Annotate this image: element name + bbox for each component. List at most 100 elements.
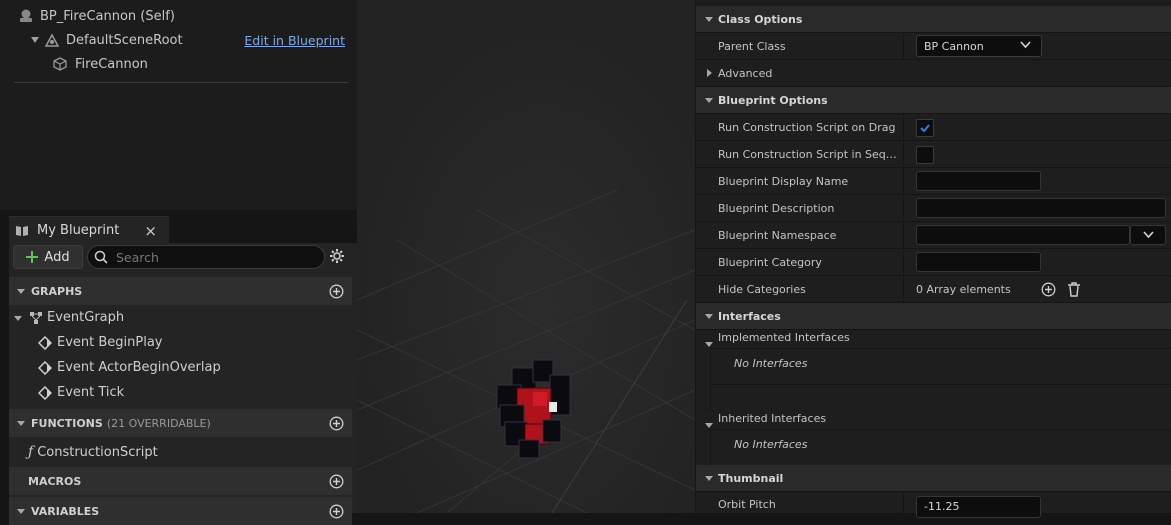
graph-item-eventgraph[interactable]: EventGraph — [13, 310, 124, 325]
column-separator — [903, 33, 904, 59]
run-cs-seq-checkbox[interactable] — [916, 146, 934, 164]
event-item[interactable]: Event Tick — [38, 385, 124, 400]
orbit-pitch-label: Orbit Pitch — [718, 498, 776, 511]
variables-header-label: VARIABLES — [31, 504, 100, 518]
parent-class-dropdown[interactable]: BP Cannon — [916, 35, 1042, 57]
parent-class-row: Parent Class BP Cannon — [696, 33, 1171, 60]
trash-icon[interactable] — [1067, 282, 1081, 297]
component-child-row[interactable]: FireCannon — [52, 56, 148, 72]
inherited-interfaces-group: Inherited Interfaces No Interfaces — [696, 411, 1171, 465]
component-root-label: BP_FireCannon (Self) — [40, 8, 175, 24]
functions-overridable-count: (21 OVERRIDABLE) — [106, 416, 211, 430]
components-panel: BP_FireCannon (Self) DefaultSceneRoot Ed… — [0, 0, 357, 210]
expand-arrow-icon[interactable] — [30, 35, 40, 45]
parent-class-label: Parent Class — [718, 39, 786, 53]
functions-section-header[interactable]: FUNCTIONS (21 OVERRIDABLE) — [9, 409, 352, 437]
event-graph-icon — [29, 311, 43, 325]
hide-categories-label: Hide Categories — [718, 282, 806, 296]
row-divider — [710, 429, 711, 465]
scene-root-icon — [44, 32, 60, 48]
event-label: Event BeginPlay — [57, 335, 163, 350]
add-variable-icon[interactable] — [329, 504, 344, 519]
search-box[interactable] — [87, 245, 325, 269]
display-name-label: Blueprint Display Name — [718, 174, 849, 188]
display-name-input[interactable] — [916, 171, 1041, 191]
column-separator — [903, 114, 904, 140]
event-diamond-icon — [38, 385, 52, 400]
blueprint-toolbar: Add — [9, 243, 357, 271]
hide-categories-row: Hide Categories 0 Array elements — [696, 276, 1171, 303]
orbit-pitch-input[interactable]: -11.25 — [916, 496, 1041, 518]
event-item[interactable]: Event BeginPlay — [38, 335, 163, 350]
event-diamond-icon — [38, 360, 52, 375]
macros-header-label: MACROS — [28, 474, 82, 488]
search-icon — [94, 250, 108, 264]
run-cs-seq-row: Run Construction Script in Sequencer — [696, 141, 1171, 168]
macros-section-header[interactable]: MACROS — [9, 467, 352, 495]
parent-class-value: BP Cannon — [924, 39, 984, 53]
hide-categories-value: 0 Array elements — [916, 282, 1011, 296]
interfaces-header[interactable]: Interfaces — [696, 303, 1171, 330]
run-cs-drag-checkbox[interactable] — [916, 119, 934, 137]
chevron-down-icon — [1142, 231, 1154, 239]
implemented-interfaces-group: Implemented Interfaces No Interfaces — [696, 330, 1171, 410]
expand-arrow-icon[interactable] — [704, 68, 714, 78]
column-separator — [903, 141, 904, 167]
edit-in-blueprint-link[interactable]: Edit in Blueprint — [244, 33, 345, 48]
advanced-row[interactable]: Advanced — [696, 60, 1171, 87]
component-scene-root-row[interactable]: DefaultSceneRoot — [30, 32, 183, 48]
collapse-arrow-icon — [704, 311, 714, 321]
namespace-input[interactable] — [916, 225, 1130, 245]
graphs-section-header[interactable]: GRAPHS — [9, 277, 352, 305]
inherited-interfaces-label: Inherited Interfaces — [718, 412, 827, 425]
blueprint-options-header[interactable]: Blueprint Options — [696, 87, 1171, 114]
close-icon[interactable]: × — [144, 222, 157, 240]
description-input[interactable] — [916, 198, 1166, 218]
column-separator — [903, 222, 904, 248]
collapse-arrow-icon — [16, 506, 26, 516]
implemented-interfaces-label: Implemented Interfaces — [718, 331, 850, 344]
scene-root-label: DefaultSceneRoot — [66, 32, 183, 48]
category-row: Blueprint Category — [696, 249, 1171, 276]
graph-name: EventGraph — [47, 310, 125, 325]
column-separator — [903, 249, 904, 275]
column-separator — [903, 168, 904, 194]
variables-section-header[interactable]: VARIABLES — [9, 497, 352, 525]
add-function-icon[interactable] — [329, 416, 344, 431]
add-label: Add — [44, 249, 70, 265]
collapse-arrow-icon[interactable] — [13, 313, 23, 323]
event-item[interactable]: Event ActorBeginOverlap — [38, 360, 221, 375]
column-separator — [903, 195, 904, 221]
collapse-arrow-icon — [704, 14, 714, 24]
collapse-arrow-icon — [16, 418, 26, 428]
settings-gear-icon[interactable] — [329, 248, 345, 264]
row-divider — [710, 384, 1171, 385]
child-component-label: FireCannon — [75, 56, 148, 72]
add-element-icon[interactable] — [1041, 282, 1056, 297]
description-label: Blueprint Description — [718, 201, 835, 215]
column-separator — [903, 276, 904, 302]
actor-icon — [18, 8, 34, 24]
tab-my-blueprint[interactable]: My Blueprint × — [9, 216, 169, 244]
thumbnail-header[interactable]: Thumbnail — [696, 465, 1171, 492]
section-label: Class Options — [718, 12, 803, 26]
my-blueprint-panel: My Blueprint × Add GRAPHS — [9, 213, 357, 525]
category-input[interactable] — [916, 252, 1041, 272]
class-options-header[interactable]: Class Options — [696, 6, 1171, 33]
collapse-arrow-icon — [16, 286, 26, 296]
component-root-row[interactable]: BP_FireCannon (Self) — [18, 8, 175, 24]
section-label: Interfaces — [718, 309, 781, 323]
viewport-scene — [357, 0, 695, 513]
add-graph-icon[interactable] — [329, 284, 344, 299]
search-input[interactable] — [114, 248, 308, 266]
namespace-row: Blueprint Namespace — [696, 222, 1171, 249]
run-cs-seq-label: Run Construction Script in Sequencer — [718, 147, 902, 161]
viewport[interactable] — [357, 0, 695, 513]
function-item-constructionscript[interactable]: ƒ ConstructionScript — [28, 444, 158, 460]
add-button[interactable]: Add — [13, 245, 83, 269]
add-macro-icon[interactable] — [329, 474, 344, 489]
namespace-dropdown-button[interactable] — [1130, 225, 1166, 245]
description-row: Blueprint Description — [696, 195, 1171, 222]
orbit-pitch-row: Orbit Pitch -11.25 — [696, 492, 1171, 518]
function-icon: ƒ — [28, 444, 34, 460]
